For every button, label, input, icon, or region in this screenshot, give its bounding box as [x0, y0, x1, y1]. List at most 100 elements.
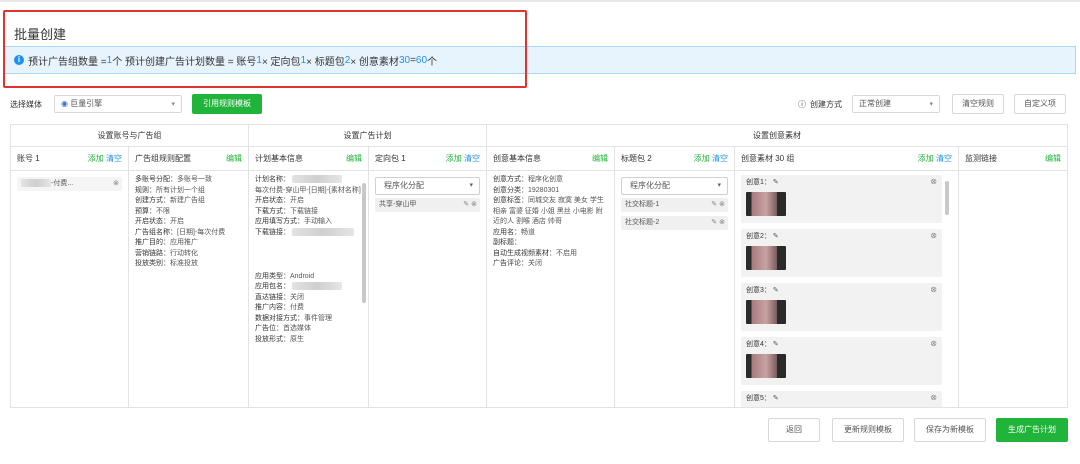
info-row: 预算：不限 — [135, 207, 242, 218]
media-select[interactable]: ◉ 巨量引擎 ▾ — [54, 95, 182, 113]
info-key: 规则： — [135, 186, 156, 194]
titles-column: 标题包 2 添加 清空 程序化分配 ▾ 社交标题-1 ✎ ⊗ 社交标题-2 ✎ ⊗ — [615, 147, 735, 407]
info-key: 直达链接： — [255, 293, 290, 301]
blurred-value — [292, 227, 354, 236]
close-icon[interactable]: ⊗ — [930, 285, 937, 296]
edit-creative-button[interactable]: 编辑 — [592, 147, 608, 171]
info-row: 创意分类：19280301 — [493, 186, 608, 197]
info-row: 自动生成视频素材：不启用 — [493, 249, 608, 260]
info-key: 下载链接： — [255, 228, 290, 236]
update-template-button[interactable]: 更新规则模板 — [832, 418, 904, 442]
close-icon[interactable]: ⊗ — [719, 201, 725, 208]
info-key: 创意分类： — [493, 186, 528, 194]
target-chip[interactable]: 共享-穿山甲 ✎ ⊗ — [375, 198, 480, 212]
mode-select[interactable]: 正常创建 ▾ — [852, 95, 940, 113]
add-account-button[interactable]: 添加 — [88, 154, 104, 163]
info-row: 计划名称： — [255, 175, 362, 186]
info-row: 创意标签：同城交友 寂寞 美女 学生 相亲 富婆 征婚 小姐 黑丝 小电影 附近… — [493, 196, 608, 228]
close-icon[interactable]: ⊗ — [930, 177, 937, 188]
creative-thumbnail — [746, 353, 786, 378]
info-value: 事件管理 — [304, 314, 332, 322]
back-button[interactable]: 返回 — [768, 418, 820, 442]
titles-select[interactable]: 程序化分配 ▾ — [621, 177, 728, 195]
info-row: 推广内容：付费 — [255, 303, 362, 314]
info-value: 原生 — [290, 335, 304, 343]
account-column: 账号 1 添加 清空 -付费... ⊗ — [11, 147, 129, 407]
edit-icon[interactable]: ✎ — [711, 219, 717, 226]
close-icon[interactable]: ⊗ — [471, 201, 477, 208]
info-key: 创意方式： — [493, 176, 528, 183]
clear-title-button[interactable]: 清空 — [712, 154, 728, 163]
close-icon[interactable]: ⊗ — [930, 393, 937, 404]
account-chip[interactable]: -付费... ⊗ — [17, 177, 122, 191]
edit-icon[interactable]: ✎ — [773, 341, 779, 348]
material-scrollbar[interactable] — [945, 181, 949, 215]
blurred-value — [292, 282, 342, 291]
plan-scrollbar[interactable] — [362, 183, 366, 303]
creative-card[interactable]: 创意4： ✎ ⊗ — [741, 337, 942, 385]
chevron-down-icon: ▾ — [717, 182, 721, 189]
clear-target-button[interactable]: 清空 — [464, 154, 480, 163]
info-key: 自动生成视频素材： — [493, 249, 556, 257]
creative-card[interactable]: 创意2： ✎ ⊗ — [741, 229, 942, 277]
add-target-button[interactable]: 添加 — [446, 154, 462, 163]
clear-rules-button[interactable]: 清空规则 — [952, 94, 1004, 114]
generate-plan-button[interactable]: 生成广告计划 — [996, 418, 1068, 442]
info-row: 下载链接： — [255, 227, 362, 272]
titles-select-value: 程序化分配 — [630, 181, 670, 190]
creative-card[interactable]: 创意1： ✎ ⊗ — [741, 175, 942, 223]
custom-items-button[interactable]: 自定义项 — [1014, 94, 1066, 114]
title-chip[interactable]: 社交标题-1 ✎ ⊗ — [621, 198, 728, 212]
info-key: 广告组名称： — [135, 228, 177, 236]
info-value: 不启用 — [556, 249, 577, 257]
info-row: 数据对接方式：事件管理 — [255, 314, 362, 325]
info-value: 畅道 — [521, 228, 535, 236]
close-icon[interactable]: ⊗ — [930, 339, 937, 350]
title-chip[interactable]: 社交标题-2 ✎ ⊗ — [621, 216, 728, 230]
add-title-button[interactable]: 添加 — [694, 154, 710, 163]
account-title: 账号 1 — [17, 154, 40, 163]
info-value: 多账号一致 — [177, 176, 212, 183]
creative-thumbnail — [746, 191, 786, 216]
adgroup-column: 广告组规则配置 编辑 多账号分配：多账号一致 规则：所有计划一个组 创建方式：新建广告… — [129, 147, 249, 407]
edit-icon[interactable]: ✎ — [711, 201, 717, 208]
info-row: 下载方式：下载链接 — [255, 207, 362, 218]
info-value: 行动转化 — [170, 249, 198, 257]
info-row: 创意方式：程序化创意 — [493, 175, 608, 186]
engine-logo-icon: ◉ — [61, 99, 68, 108]
save-template-button[interactable]: 保存为新模板 — [914, 418, 986, 442]
mode-label: 创建方式 — [810, 100, 842, 109]
blurred-account — [21, 179, 51, 188]
clear-account-button[interactable]: 清空 — [106, 154, 122, 163]
info-row: 开启状态：开启 — [135, 217, 242, 228]
creative-card[interactable]: 创意3： ✎ ⊗ — [741, 283, 942, 331]
edit-monitor-button[interactable]: 编辑 — [1045, 147, 1061, 171]
use-template-button[interactable]: 引用规则模板 — [192, 94, 262, 114]
edit-icon[interactable]: ✎ — [773, 233, 779, 240]
add-material-button[interactable]: 添加 — [918, 154, 934, 163]
edit-plan-button[interactable]: 编辑 — [346, 147, 362, 171]
info-key: 广告位： — [255, 325, 283, 332]
creative-card[interactable]: 创意5： ✎ ⊗ — [741, 391, 942, 407]
plan-column: 计划基本信息 编辑 计划名称： 每次付费-穿山甲-[日期]-[素材名称] 开启状态：开… — [249, 147, 369, 407]
info-value: 新建广告组 — [170, 197, 205, 204]
close-icon[interactable]: ⊗ — [930, 231, 937, 242]
group-header-creative: 设置创意素材 — [487, 125, 1067, 147]
close-icon[interactable]: ⊗ — [113, 177, 119, 191]
edit-icon[interactable]: ✎ — [773, 287, 779, 294]
info-value: 所有计划一个组 — [156, 186, 205, 194]
edit-icon[interactable]: ✎ — [773, 395, 779, 402]
target-select[interactable]: 程序化分配 ▾ — [375, 177, 480, 195]
edit-icon[interactable]: ✎ — [773, 179, 779, 186]
clear-material-button[interactable]: 清空 — [936, 154, 952, 163]
info-key: 应用名： — [493, 228, 521, 236]
info-key: 投放类别： — [135, 260, 170, 267]
close-icon[interactable]: ⊗ — [719, 219, 725, 226]
help-icon[interactable]: ⓘ — [798, 99, 806, 110]
edit-adgroup-button[interactable]: 编辑 — [226, 147, 242, 171]
chevron-down-icon: ▾ — [469, 182, 473, 189]
edit-icon[interactable]: ✎ — [463, 201, 469, 208]
creative-title: 创意基本信息 — [493, 154, 541, 163]
plan-title: 计划基本信息 — [255, 154, 303, 163]
account-suffix: -付费... — [51, 180, 74, 187]
